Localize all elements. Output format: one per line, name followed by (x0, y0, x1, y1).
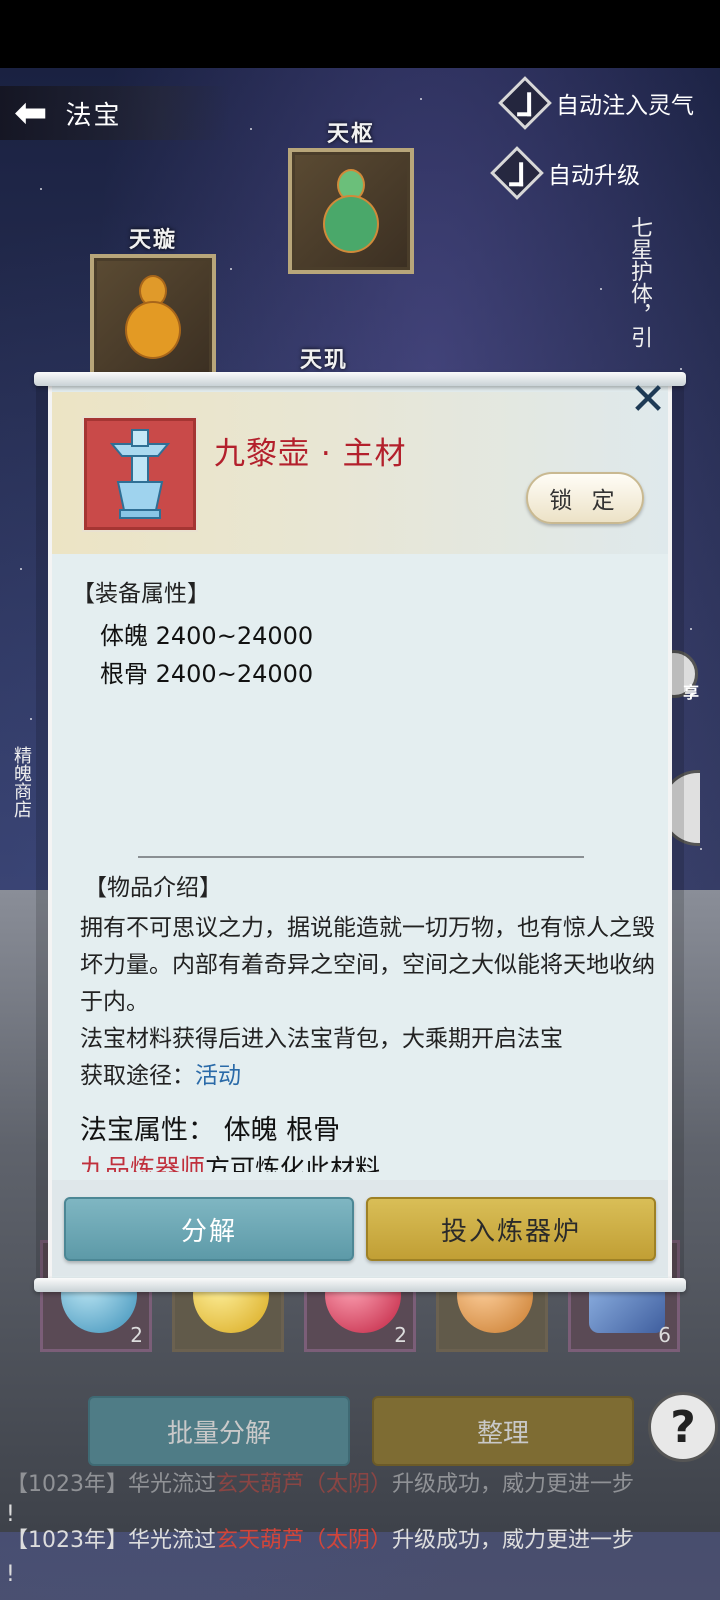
slot-frame (90, 254, 216, 380)
yinyang-gourd-icon (117, 271, 189, 363)
page-title: 法宝 (65, 100, 122, 131)
log-line: 【1023年】华光流过玄天葫芦（太阴）升级成功，威力更进一步 (0, 1524, 720, 1558)
sort-label: 整理 (476, 1418, 529, 1449)
auto-upgrade-label: 自动升级 (548, 163, 640, 189)
put-in-furnace-button[interactable]: 投入炼器炉 (366, 1197, 656, 1261)
checkbox-checked-icon (490, 146, 544, 200)
help-button[interactable]: ? (648, 1392, 718, 1462)
refine-requirement: 九品炼器师方可炼化此材料 (80, 1152, 660, 1172)
batch-decompose-label: 批量分解 (166, 1418, 271, 1449)
soul-shop-button[interactable]: 精魄商店 (10, 746, 32, 818)
close-icon[interactable]: ✕ (628, 378, 668, 422)
refine-rank: 九品炼器师 (80, 1154, 206, 1172)
scroll-rod-top (34, 372, 686, 386)
item-icon (84, 418, 196, 530)
log-prefix: 【1023年】华光流过 (6, 1528, 216, 1553)
item-count: 6 (658, 1323, 671, 1347)
lock-button[interactable]: 锁 定 (526, 472, 644, 524)
bag-note: 法宝材料获得后进入法宝背包，大乘期开启法宝 (80, 1026, 563, 1052)
log-highlight: 玄天葫芦（太阴） (216, 1528, 393, 1553)
log-highlight: 玄天葫芦（太阴） (216, 1472, 393, 1497)
seven-star-guard-label[interactable]: 七星护体，引 (626, 216, 652, 366)
item-count: 2 (130, 1323, 143, 1347)
green-gourd-icon (315, 165, 387, 257)
log-line: 【1023年】华光流过玄天葫芦（太阴）升级成功，威力更进一步 (0, 1468, 720, 1502)
batch-decompose-button[interactable]: 批量分解 (88, 1396, 350, 1466)
item-name: 九黎壶 · 主材 (214, 436, 407, 472)
item-description: 拥有不可思议之力，据说能造就一切万物，也有惊人之毁坏力量。内部有着奇异之空间，空… (80, 910, 660, 1095)
status-bar-area (0, 0, 720, 68)
intro-text: 拥有不可思议之力，据说能造就一切万物，也有惊人之毁坏力量。内部有着奇异之空间，空… (80, 915, 655, 1015)
attr-line: 体魄 2400~24000 (100, 622, 314, 650)
log-prefix: 【1023年】华光流过 (6, 1472, 216, 1497)
slot-tianji[interactable]: 天玑 (300, 342, 348, 374)
help-icon: ? (670, 1401, 696, 1453)
item-count: 2 (394, 1323, 407, 1347)
log-suffix: 升级成功，威力更进一步 (392, 1472, 635, 1497)
slot-frame (288, 148, 414, 274)
log-line-tail: ! (6, 1562, 15, 1587)
source-prefix: 获取途径： (80, 1063, 195, 1089)
jiuli-pot-icon (109, 429, 171, 519)
sort-button[interactable]: 整理 (372, 1396, 634, 1466)
auto-inject-label: 自动注入灵气 (556, 93, 694, 119)
refine-rest: 方可炼化此材料 (205, 1154, 381, 1172)
slot-tianxuan[interactable]: 天璇 (90, 222, 216, 380)
slot-label: 天璇 (128, 228, 177, 253)
back-button[interactable]: ⬅ 法宝 (0, 86, 230, 140)
source-link[interactable]: 活动 (195, 1063, 241, 1089)
intro-title: 【物品介绍】 (84, 875, 222, 901)
scroll-rod-bottom (34, 1278, 686, 1292)
checkbox-checked-icon (498, 76, 552, 130)
fabao-attr: 法宝属性： 体魄 根骨 (80, 1115, 341, 1146)
attr-line: 根骨 2400~24000 (100, 660, 314, 688)
decompose-button[interactable]: 分解 (64, 1197, 354, 1261)
equip-attr-title: 【装备属性】 (72, 581, 210, 607)
divider (138, 856, 584, 858)
source-line: 获取途径：活动 (80, 1058, 660, 1095)
back-arrow-icon: ⬅ (14, 90, 48, 136)
slot-label: 天枢 (326, 122, 375, 147)
slot-label: 天玑 (300, 348, 349, 373)
slot-tianshu[interactable]: 天枢 (288, 116, 414, 274)
auto-upgrade-toggle[interactable]: 自动升级 (490, 146, 640, 200)
auto-inject-toggle[interactable]: 自动注入灵气 (498, 76, 694, 130)
log-suffix: 升级成功，威力更进一步 (392, 1528, 635, 1553)
share-label: 享 (682, 683, 699, 702)
